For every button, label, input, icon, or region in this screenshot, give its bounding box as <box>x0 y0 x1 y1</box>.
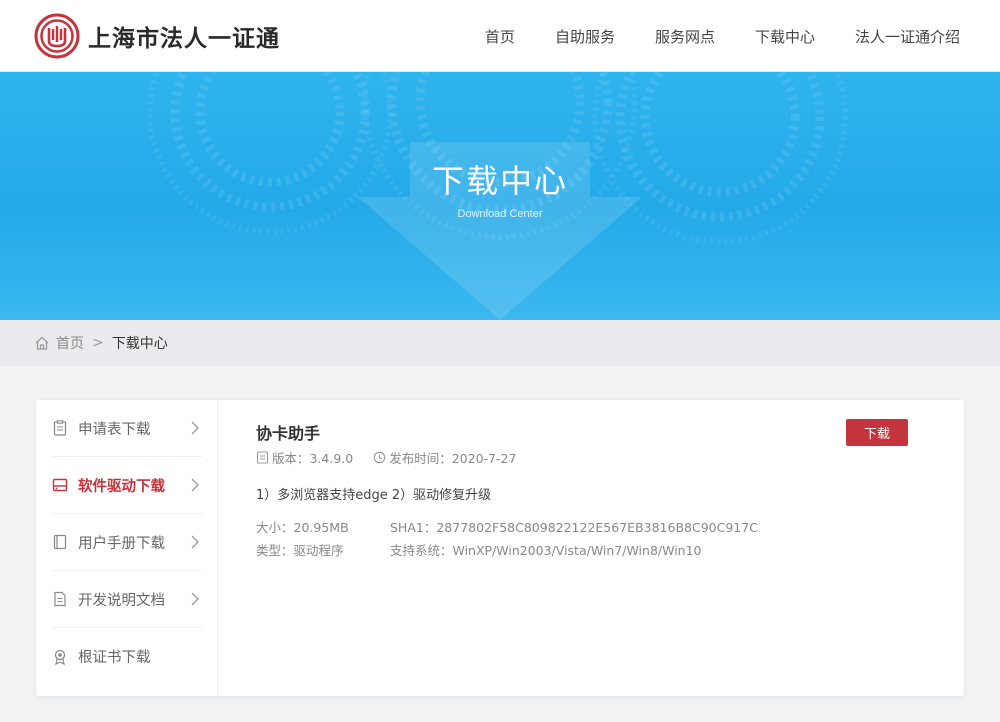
home-icon <box>35 336 49 350</box>
chevron-right-icon <box>191 592 199 606</box>
sidebar-item-application-forms[interactable]: 申请表下载 <box>52 400 202 457</box>
sidebar-item-label: 用户手册下载 <box>78 535 165 552</box>
product-meta: 版本：3.4.9.0 发布时间：2020-7-27 <box>256 448 516 467</box>
nav-self-service[interactable]: 自助服务 <box>555 26 615 47</box>
banner-title: 下载中心 <box>431 162 568 200</box>
sidebar-item-label: 申请表下载 <box>78 421 151 438</box>
banner-subtitle: Download Center <box>457 208 543 220</box>
product-version: 版本：3.4.9.0 <box>272 451 354 466</box>
product-type: 类型：驱动程序 <box>256 543 344 558</box>
download-banner: 下载中心 Download Center <box>0 72 1000 320</box>
nav-service-points[interactable]: 服务网点 <box>655 26 715 47</box>
product-description: 1）多浏览器支持edge 2）驱动修复升级 <box>256 488 492 503</box>
product-os: 支持系统：WinXP/Win2003/Vista/Win7/Win8/Win10 <box>390 543 702 558</box>
product-detail: 协卡助手 版本：3.4.9.0 发布时间：2020-7-27 1）多浏览器支持e… <box>256 400 946 696</box>
product-size: 大小：20.95MB <box>256 520 349 535</box>
sidebar-item-dev-docs[interactable]: 开发说明文档 <box>52 571 202 628</box>
version-icon <box>256 451 269 464</box>
main-nav: 首页 自助服务 服务网点 下载中心 法人一证通介绍 <box>445 0 960 72</box>
sidebar-item-root-cert[interactable]: 根证书下载 <box>52 628 202 685</box>
download-button[interactable]: 下载 <box>846 419 908 446</box>
product-title: 协卡助手 <box>256 424 321 443</box>
chevron-right-icon <box>191 421 199 435</box>
clipboard-icon <box>53 420 67 436</box>
sidebar-item-label: 开发说明文档 <box>78 592 165 609</box>
clock-icon <box>373 451 386 464</box>
breadcrumb-home[interactable]: 首页 <box>56 333 84 353</box>
certificate-icon <box>54 649 66 665</box>
document-icon <box>54 591 66 607</box>
product-sha1: SHA1：2877802F58C809822122E567EB3816B8C90… <box>390 520 758 535</box>
logo-emblem-icon <box>34 13 80 59</box>
sidebar-item-user-manuals[interactable]: 用户手册下载 <box>52 514 202 571</box>
site-header: 上海市法人一证通 首页 自助服务 服务网点 下载中心 法人一证通介绍 <box>0 0 1000 72</box>
breadcrumb-current: 下载中心 <box>111 336 168 352</box>
drive-icon <box>52 478 68 492</box>
product-release-date: 发布时间：2020-7-27 <box>389 451 517 466</box>
book-icon <box>53 534 67 550</box>
breadcrumb-bar: 首页 > 下载中心 <box>0 320 1000 366</box>
sidebar-item-software-drivers[interactable]: 软件驱动下载 <box>52 457 202 514</box>
breadcrumb: 首页 > 下载中心 <box>34 320 168 366</box>
sidebar-item-label: 根证书下载 <box>78 650 151 666</box>
breadcrumb-separator: > <box>92 335 104 351</box>
download-card: 申请表下载 软件驱动下载 用户手册下载 开发说明文档 根证书下载 协卡助手 版本… <box>36 400 964 696</box>
chevron-right-icon <box>191 535 199 549</box>
nav-home[interactable]: 首页 <box>485 26 515 47</box>
logo-text: 上海市法人一证通 <box>88 26 280 52</box>
sidebar: 申请表下载 软件驱动下载 用户手册下载 开发说明文档 根证书下载 <box>36 400 218 696</box>
chevron-right-icon <box>191 478 199 492</box>
sidebar-item-label: 软件驱动下载 <box>78 478 165 495</box>
nav-about[interactable]: 法人一证通介绍 <box>855 26 960 47</box>
site-logo[interactable]: 上海市法人一证通 <box>34 12 280 60</box>
nav-download-center[interactable]: 下载中心 <box>755 26 815 47</box>
